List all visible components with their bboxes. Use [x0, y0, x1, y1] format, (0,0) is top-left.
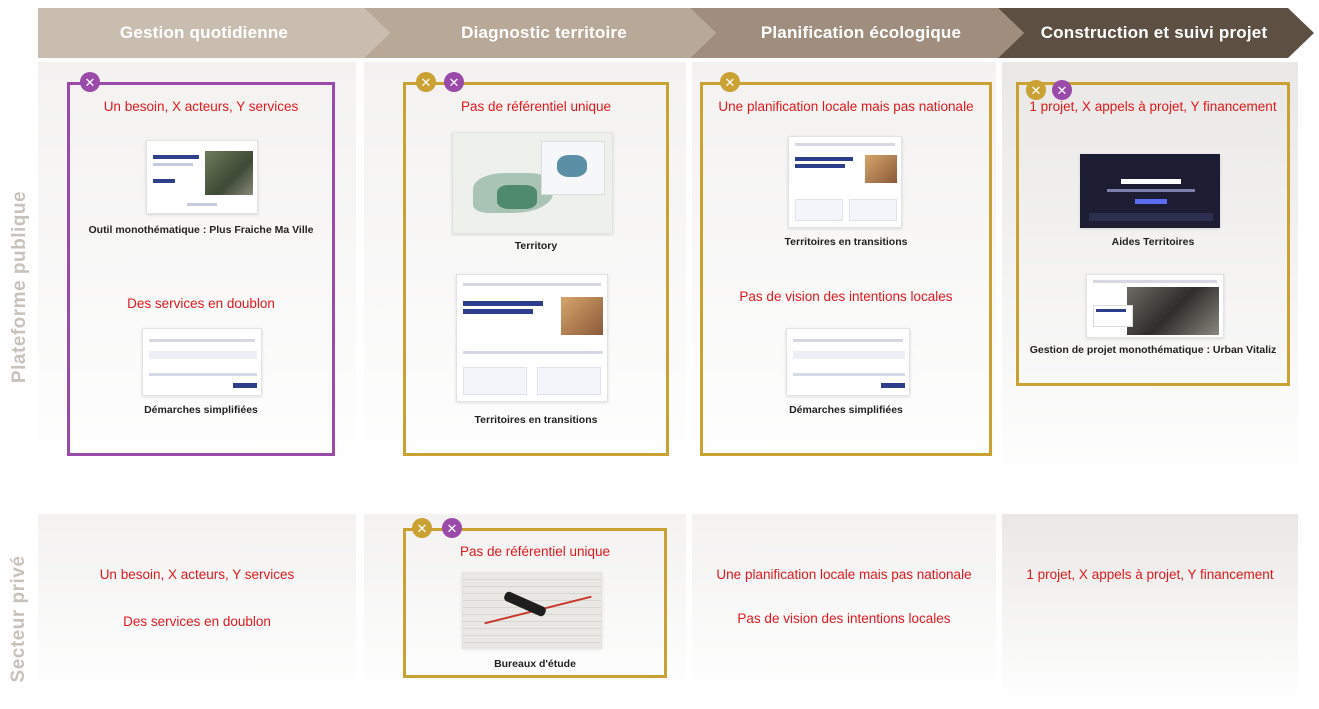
- phase-gestion-quotidienne: Gestion quotidienne: [38, 8, 390, 58]
- close-icon: ✕: [442, 518, 462, 538]
- tool-caption: Territoires en transitions: [474, 414, 598, 426]
- close-icon: ✕: [1052, 80, 1072, 100]
- tool-caption: Outil monothématique : Plus Fraiche Ma V…: [88, 224, 314, 236]
- close-icon: ✕: [1026, 80, 1046, 100]
- close-icon: ✕: [416, 72, 436, 92]
- close-icon: ✕: [412, 518, 432, 538]
- phase-diagnostic-territoire: Diagnostic territoire: [364, 8, 716, 58]
- tool-caption: Bureaux d'étude: [494, 658, 576, 670]
- issue-text: 1 projet, X appels à projet, Y financeme…: [1029, 99, 1277, 114]
- issue-text: Un besoin, X acteurs, Y services: [99, 567, 295, 582]
- tool-caption: Gestion de projet monothématique : Urban…: [1029, 344, 1277, 356]
- screenshot-aides-territoires: [1080, 154, 1220, 228]
- issue-text: Un besoin, X acteurs, Y services: [103, 99, 299, 114]
- screenshot-demarches-simplifiees: [786, 328, 910, 396]
- screenshot-plus-fraiche-ma-ville: [146, 140, 258, 214]
- issue-text: Des services en doublon: [123, 614, 271, 629]
- row-label-plateforme-publique: Plateforme publique: [9, 190, 30, 384]
- phase-planification-ecologique: Planification écologique: [690, 8, 1024, 58]
- screenshot-urban-vitaliz: [1086, 274, 1224, 338]
- close-icon: ✕: [80, 72, 100, 92]
- issue-text: Une planification locale mais pas nation…: [718, 99, 974, 114]
- screenshot-bureaux-etude: [462, 572, 602, 648]
- tool-caption: Territoires en transitions: [784, 236, 908, 248]
- screenshot-demarches-simplifiees: [142, 328, 262, 396]
- cell-private-construction: [1002, 514, 1298, 704]
- tool-caption: Aides Territoires: [1111, 236, 1195, 248]
- frame-public-gestion: [67, 82, 335, 456]
- screenshot-territoires-en-transitions: [456, 274, 608, 402]
- frame-public-construction: [1016, 82, 1290, 386]
- cell-private-gestion: [38, 514, 356, 704]
- tool-caption: Territory: [514, 240, 558, 252]
- issue-text: Pas de vision des intentions locales: [737, 611, 951, 626]
- tool-caption: Démarches simplifiées: [144, 404, 258, 416]
- phase-label: Diagnostic territoire: [461, 23, 627, 42]
- screenshot-territoires-en-transitions: [788, 136, 902, 228]
- issue-text: Pas de référentiel unique: [459, 544, 611, 559]
- phase-label: Construction et suivi projet: [1040, 23, 1268, 42]
- issue-text: Des services en doublon: [127, 296, 275, 311]
- issue-text: Pas de vision des intentions locales: [739, 289, 953, 304]
- issue-text: 1 projet, X appels à projet, Y financeme…: [1026, 567, 1274, 582]
- phase-construction-suivi-projet: Construction et suivi projet: [998, 8, 1314, 58]
- phase-label: Gestion quotidienne: [119, 23, 289, 42]
- cell-private-planification: [692, 514, 996, 704]
- close-icon: ✕: [720, 72, 740, 92]
- tool-caption: Démarches simplifiées: [789, 404, 903, 416]
- issue-text: Pas de référentiel unique: [460, 99, 612, 114]
- row-label-secteur-prive: Secteur privé: [8, 555, 29, 683]
- screenshot-territory-map: [452, 132, 613, 234]
- close-icon: ✕: [444, 72, 464, 92]
- phase-label: Planification écologique: [760, 23, 962, 42]
- issue-text: Une planification locale mais pas nation…: [716, 567, 972, 582]
